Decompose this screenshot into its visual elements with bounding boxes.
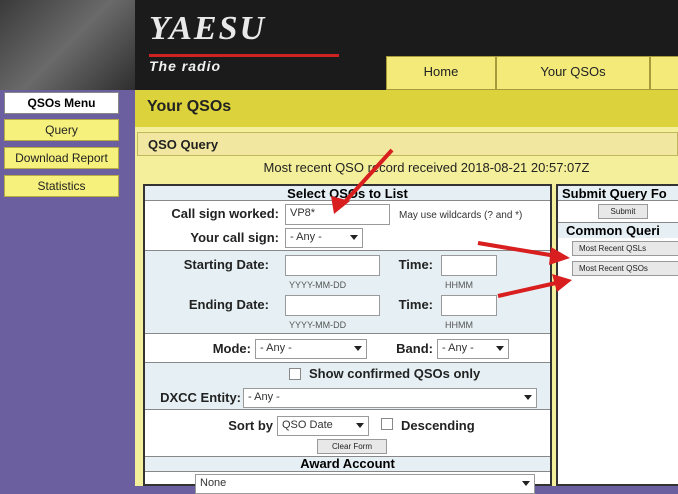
band-value: - Any - — [442, 342, 474, 354]
form-heading: Select QSOs to List — [145, 186, 550, 201]
mode-value: - Any - — [260, 342, 292, 354]
header: YAESU The radio Home Your QSOs — [0, 0, 678, 90]
descending-label: Descending — [401, 418, 475, 433]
wildcard-hint: May use wildcards (? and *) — [399, 210, 523, 221]
recent-qsls-button[interactable]: Most Recent QSLs — [572, 241, 678, 256]
top-nav: Home Your QSOs — [380, 56, 678, 90]
logo-underline — [149, 54, 339, 57]
section-title: QSO Query — [148, 137, 219, 152]
query-form: Select QSOs to List Call sign worked: VP… — [143, 184, 552, 494]
mode-select[interactable]: - Any - — [255, 339, 367, 359]
confirmed-section: Show confirmed QSOs only DXCC Entity: - … — [145, 362, 550, 410]
start-date-label: Starting Date: — [183, 257, 269, 272]
submit-button[interactable]: Submit — [598, 204, 648, 219]
chevron-down-icon — [524, 395, 532, 400]
common-queries-heading: Common Queri — [558, 222, 678, 238]
sidebar: QSOs Menu Query Download Report Statisti… — [0, 90, 135, 486]
award-heading: Award Account — [145, 456, 550, 472]
header-banner — [380, 0, 678, 56]
page-title: Your QSOs — [147, 98, 232, 115]
main-content: Your QSOs QSO Query Most recent QSO reco… — [135, 90, 678, 494]
clear-form-button[interactable]: Clear Form — [317, 439, 387, 454]
sidebar-header: QSOs Menu — [4, 92, 119, 114]
logo-brand: YAESU — [149, 10, 267, 47]
dxcc-value: - Any - — [248, 391, 280, 403]
chevron-down-icon — [496, 346, 504, 351]
sort-label: Sort by — [228, 418, 273, 433]
section-bar: QSO Query — [137, 132, 678, 156]
recent-record-text: Most recent QSO record received 2018-08-… — [263, 160, 590, 175]
confirmed-label: Show confirmed QSOs only — [309, 366, 481, 381]
tab-your-qsos[interactable]: Your QSOs — [496, 56, 650, 90]
mode-label: Mode: — [212, 341, 251, 356]
dxcc-select[interactable]: - Any - — [243, 388, 537, 408]
confirmed-checkbox[interactable] — [289, 368, 301, 380]
sort-value: QSO Date — [282, 419, 333, 431]
band-select[interactable]: - Any - — [437, 339, 509, 359]
submit-heading: Submit Query Fo — [558, 186, 678, 201]
logo-tagline: The radio — [149, 58, 222, 74]
date-section: Starting Date: YYYY-MM-DD Time: HHMM End… — [145, 250, 550, 334]
submit-panel: Submit Query Fo Submit Common Queri Most… — [556, 184, 678, 486]
yourcall-label: Your call sign: — [190, 230, 279, 245]
tab-home[interactable]: Home — [386, 56, 496, 90]
descending-checkbox[interactable] — [381, 418, 393, 430]
start-time-label: Time: — [398, 257, 433, 272]
recent-qsos-button[interactable]: Most Recent QSOs — [572, 261, 678, 276]
end-time-input[interactable] — [441, 295, 497, 316]
band-label: Band: — [396, 341, 433, 356]
sidebar-item-statistics[interactable]: Statistics — [4, 175, 119, 197]
end-time-label: Time: — [398, 297, 433, 312]
chevron-down-icon — [354, 346, 362, 351]
chevron-down-icon — [522, 481, 530, 486]
start-date-input[interactable] — [285, 255, 380, 276]
award-select[interactable]: None — [195, 474, 535, 494]
award-value: None — [200, 477, 227, 489]
dxcc-label: DXCC Entity: — [160, 390, 241, 405]
end-date-label: Ending Date: — [188, 297, 269, 312]
start-date-format: YYYY-MM-DD — [289, 280, 347, 290]
end-time-format: HHMM — [445, 320, 473, 330]
yourcall-value: - Any - — [290, 231, 322, 243]
start-time-input[interactable] — [441, 255, 497, 276]
end-date-input[interactable] — [285, 295, 380, 316]
start-time-format: HHMM — [445, 280, 473, 290]
sort-select[interactable]: QSO Date — [277, 416, 369, 436]
yourcall-select[interactable]: - Any - — [285, 228, 363, 248]
page-title-bar: Your QSOs — [135, 90, 678, 130]
chevron-down-icon — [356, 423, 364, 428]
callsign-input[interactable]: VP8* — [285, 204, 390, 225]
yaesu-logo: YAESU The radio — [135, 0, 380, 90]
header-photo — [0, 0, 135, 90]
chevron-down-icon — [350, 235, 358, 240]
sidebar-item-query[interactable]: Query — [4, 119, 119, 141]
sidebar-item-download-report[interactable]: Download Report — [4, 147, 119, 169]
tab-more[interactable] — [650, 56, 678, 90]
end-date-format: YYYY-MM-DD — [289, 320, 347, 330]
callsign-label: Call sign worked: — [171, 206, 279, 221]
